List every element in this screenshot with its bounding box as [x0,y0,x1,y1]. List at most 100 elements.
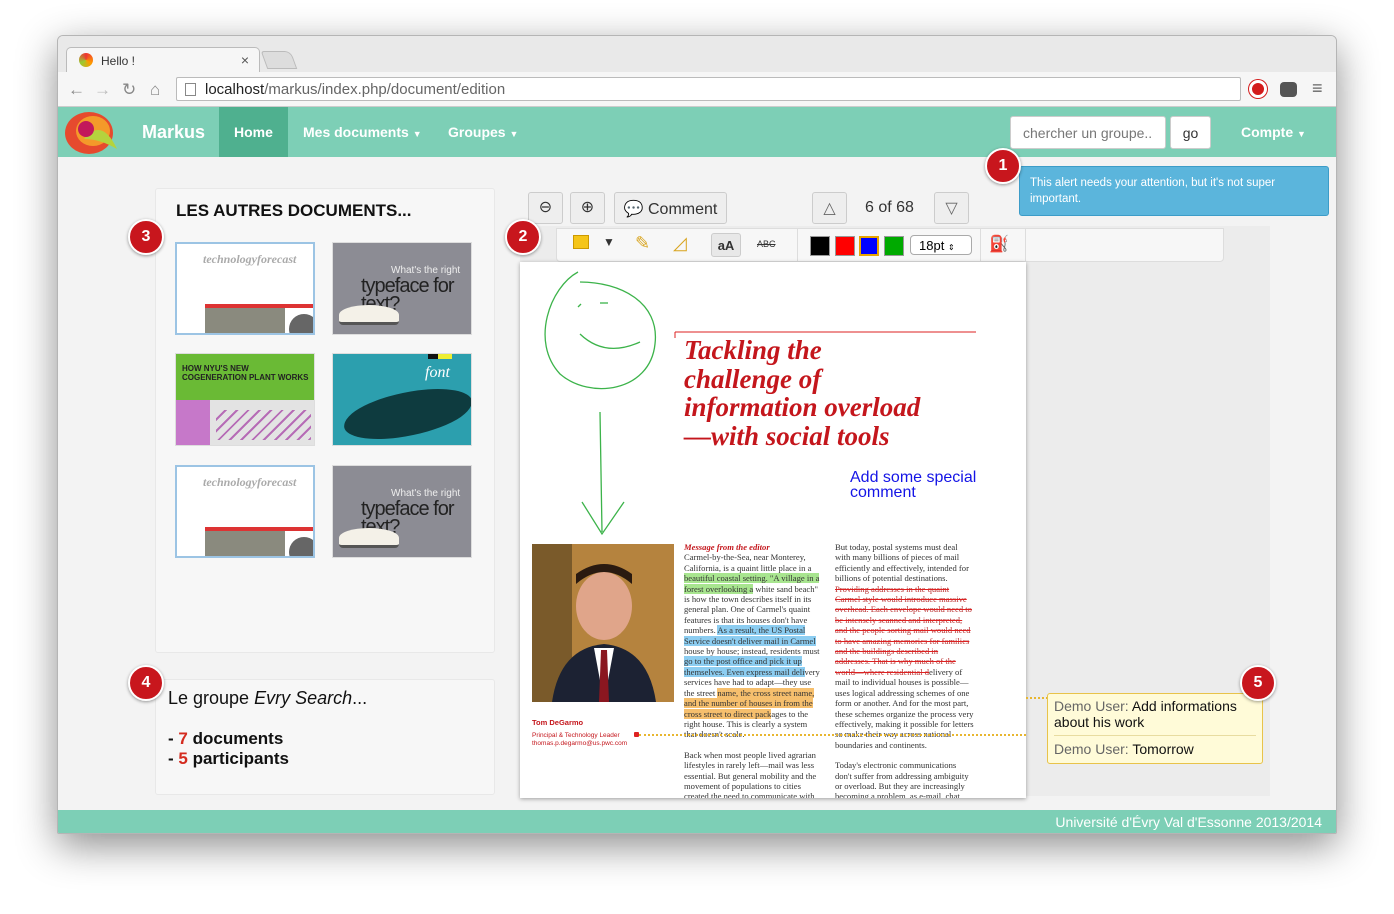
highlighter-icon[interactable]: ◿ [673,233,687,254]
nav-home[interactable]: Home [219,107,288,157]
annotation-toolbar: ▼ ✎ ◿ aA ABC 18pt ⇕ ⛽ [556,228,1224,262]
color-swatch-green[interactable] [884,236,904,256]
thumbnail-wave [340,383,471,445]
reload-icon[interactable]: ↻ [122,80,136,100]
callout-badge-4: 4 [128,665,164,701]
nav-groupes[interactable]: Groupes ▼ [448,107,518,157]
thumbnail-title: font [425,364,450,381]
byline-name: Tom DeGarmo [532,718,584,727]
thumbnail-block [205,531,285,556]
new-tab-button[interactable] [260,51,298,69]
book-icon [339,528,399,548]
article-headline: Tackling the challenge of information ov… [684,335,921,451]
strikethrough-text[interactable]: Providing addresses in the quaint Carmel… [835,584,972,677]
strikethrough-button[interactable]: ABC [757,239,776,249]
top-navbar: Markus Home Mes documents ▼ Groupes ▼ ch… [58,107,1336,157]
doc-count-label: documents [192,729,284,748]
other-documents-title: LES AUTRES DOCUMENTS... [176,201,412,220]
home-icon[interactable]: ⌂ [150,80,160,100]
comment-text: Tomorrow [1132,741,1194,757]
adblock-icon[interactable] [1249,80,1267,98]
participant-count-value: 5 [178,749,188,768]
thumbnail-title: technologyforecast [203,475,297,489]
address-bar: ← → ↻ ⌂ localhost/markus/index.php/docum… [58,72,1336,107]
comment-note[interactable]: Demo User: Add informations about his wo… [1047,693,1263,764]
font-size-select[interactable]: 18pt ⇕ [910,235,972,255]
nav-compte[interactable]: Compte ▼ [1241,107,1306,157]
font-size-value: 18pt [919,238,945,253]
article-text: Carmel-by-the-Sea, near Monterey, Califo… [684,552,812,573]
text-tool-button[interactable]: aA [711,233,741,257]
paint-bucket-icon[interactable]: ⛽ [989,234,1009,254]
caret-down-icon: ▼ [1297,129,1306,139]
menu-icon[interactable]: ≡ [1312,78,1323,99]
dropdown-caret-icon[interactable]: ▼ [603,235,615,249]
close-tab-icon[interactable]: × [241,52,249,68]
thumbnail-title: HOW NYU'S NEW COGENERATION PLANT WORKS [182,364,309,382]
nav-compte-label: Compte [1241,124,1294,140]
favicon-icon [79,53,93,67]
caret-down-icon: ▼ [509,129,519,139]
document-page: Tackling the challenge of information ov… [520,262,1026,798]
nav-mes-documents-label: Mes documents [303,124,409,140]
callout-badge-3: 3 [128,219,164,255]
group-name: Evry Search [254,688,353,708]
previous-page-icon[interactable]: △ [812,192,847,224]
thumbnail-block [438,354,452,359]
page-icon [185,83,196,96]
thumbnail-title: technologyforecast [203,252,297,266]
zoom-in-icon[interactable]: ⊕ [570,192,605,224]
document-thumbnail[interactable]: What's the right typeface for text? [332,465,472,558]
browser-tab[interactable]: Hello ! × [66,47,260,73]
sticky-note-icon[interactable] [573,235,589,249]
article-text: house by house; instead, residents must [684,646,820,657]
nav-mes-documents[interactable]: Mes documents ▼ [303,107,422,157]
nav-groupes-label: Groupes [448,124,506,140]
comment-connector [639,734,1026,736]
pencil-icon[interactable]: ✎ [635,233,650,254]
group-search-input[interactable]: chercher un groupe.. [1010,116,1166,149]
pocket-icon[interactable] [1280,82,1297,97]
zoom-out-icon[interactable]: ⊖ [528,192,563,224]
toolbar-divider [1025,229,1026,261]
document-thumbnail[interactable]: font [332,353,472,446]
comment-user: Demo User: [1054,698,1129,714]
page-indicator: 6 of 68 [865,199,914,216]
comment-button[interactable]: 💬 Comment [614,192,727,224]
color-swatch-red[interactable] [835,236,855,256]
document-thumbnail[interactable]: What's the right typeface for text? [332,242,472,335]
brand-name[interactable]: Markus [142,122,205,143]
back-arrow-icon[interactable]: ← [68,80,85,100]
color-swatch-black[interactable] [810,236,830,256]
tab-strip: Hello ! × [58,36,1336,73]
article-column-2: But today, postal systems must deal with… [835,542,975,798]
color-swatch-blue[interactable] [859,236,879,256]
go-button[interactable]: go [1170,116,1211,149]
markus-logo[interactable] [62,109,120,155]
toolbar-divider [980,229,981,261]
url-field[interactable]: localhost/markus/index.php/document/edit… [176,77,1241,101]
document-thumbnail[interactable]: technologyforecast [175,465,315,558]
doc-count-value: 7 [178,729,188,748]
byline-title: Principal & Technology Leader [532,732,620,739]
thumbnail-illustration [216,410,311,440]
group-doc-count: - 7 documents [168,729,284,748]
next-page-icon[interactable]: ▽ [934,192,969,224]
toolbar-divider [797,229,798,261]
group-title-prefix: Le groupe [168,688,255,708]
article-column-1: Message from the editor Carmel-by-the-Se… [684,542,822,798]
book-icon [339,305,399,325]
editor-label: Message from the editor [684,542,770,552]
speech-bubble-icon: 💬 [623,201,644,218]
comment-connector [1026,697,1048,699]
group-participant-count: - 5 participants [168,749,289,768]
text-annotation[interactable]: Add some special comment [850,470,980,501]
article-text: Back when most people lived agrarian lif… [684,749,817,798]
highlight-blue[interactable]: go to the post office and pick it up the… [684,656,805,677]
callout-badge-1: 1 [985,148,1021,184]
document-thumbnail[interactable]: HOW NYU'S NEW COGENERATION PLANT WORKS [175,353,315,446]
forward-arrow-icon[interactable]: → [94,80,111,100]
stepper-icon: ⇕ [947,243,955,252]
document-thumbnail[interactable]: technologyforecast [175,242,315,335]
thumbnail-block [428,354,438,359]
